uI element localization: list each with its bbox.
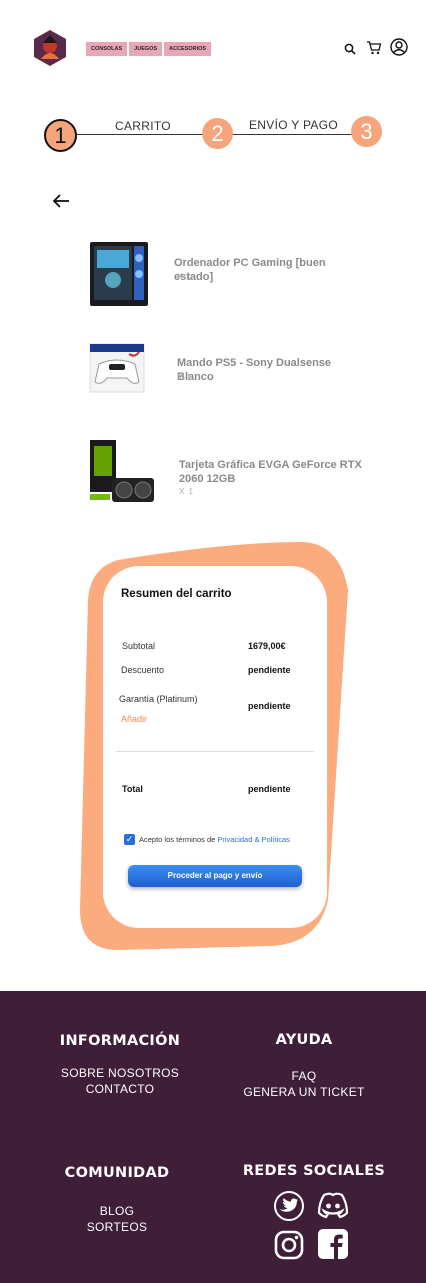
discount-label: Descuento bbox=[121, 665, 165, 675]
step-1-circle[interactable]: 1 bbox=[44, 119, 77, 152]
twitter-icon[interactable] bbox=[273, 1190, 305, 1222]
item-title: Ordenador PC Gaming [buen estado] bbox=[174, 257, 326, 283]
footer-link-faq[interactable]: FAQ bbox=[224, 1068, 384, 1084]
footer-link-ticket[interactable]: GENERA UN TICKET bbox=[224, 1084, 384, 1100]
nav-consolas[interactable]: CONSOLAS bbox=[86, 42, 128, 56]
search-icon[interactable] bbox=[344, 42, 356, 60]
add-warranty-link[interactable]: Añadir bbox=[121, 714, 147, 724]
product-image-gpu bbox=[88, 438, 156, 506]
facebook-icon[interactable] bbox=[317, 1228, 349, 1260]
terms-text: Acepto los términos de Privacidad & Polí… bbox=[139, 835, 290, 844]
step-connector bbox=[232, 134, 352, 135]
warranty-value: pendiente bbox=[248, 701, 291, 711]
step-3-circle[interactable]: 3 bbox=[351, 116, 382, 147]
discount-value: pendiente bbox=[248, 665, 291, 675]
discord-icon[interactable] bbox=[316, 1189, 350, 1221]
subtotal-label: Subtotal bbox=[122, 641, 156, 651]
summary-divider bbox=[116, 751, 314, 752]
subtotal-value: 1679,00€ bbox=[248, 641, 286, 651]
item-qty: X 1 bbox=[179, 487, 195, 496]
footer-link-about[interactable]: SOBRE NOSOTROS bbox=[40, 1065, 200, 1081]
footer-link-blog[interactable]: BLOG bbox=[37, 1203, 197, 1219]
user-icon[interactable] bbox=[390, 38, 408, 61]
step-2-label: ENVÍO Y PAGO bbox=[249, 118, 338, 132]
footer-link-giveaways[interactable]: SORTEOS bbox=[37, 1219, 197, 1235]
nav-juegos[interactable]: JUEGOS bbox=[129, 42, 163, 56]
footer-help-heading: AYUDA bbox=[275, 1032, 333, 1048]
terms-prefix: Acepto los términos de bbox=[139, 835, 218, 844]
step-2-circle[interactable]: 2 bbox=[202, 118, 233, 149]
footer-social-heading: REDES SOCIALES bbox=[242, 1163, 386, 1179]
back-arrow-icon[interactable] bbox=[52, 194, 70, 213]
terms-checkbox[interactable]: ✓ bbox=[124, 834, 135, 845]
total-value: pendiente bbox=[248, 784, 291, 794]
item-title: Mando PS5 - Sony Dualsense Blanco bbox=[177, 357, 332, 383]
footer-link-contact[interactable]: CONTACTO bbox=[40, 1081, 200, 1097]
warranty-label: Garantía (Platinum) bbox=[119, 694, 198, 704]
main-nav: CONSOLAS JUEGOS ACCESORIOS bbox=[86, 42, 212, 56]
item-qty: X 1 bbox=[177, 272, 193, 281]
footer-info-heading: INFORMACIÓN bbox=[59, 1033, 181, 1049]
instagram-icon[interactable] bbox=[273, 1229, 305, 1261]
item-qty: X 1 bbox=[177, 373, 193, 382]
item-title: Tarjeta Gráfica EVGA GeForce RTX 2060 12… bbox=[179, 459, 362, 485]
privacy-policy-link[interactable]: Privacidad & Políticas bbox=[217, 835, 290, 844]
nav-accesorios[interactable]: ACCESORIOS bbox=[164, 42, 212, 56]
summary-title: Resumen del carrito bbox=[121, 588, 232, 600]
logo[interactable] bbox=[31, 29, 69, 67]
proceed-to-payment-button[interactable]: Proceder al pago y envío bbox=[128, 865, 302, 887]
product-image-pc bbox=[86, 240, 152, 308]
footer-community-heading: COMUNIDAD bbox=[64, 1165, 170, 1181]
cart-icon[interactable] bbox=[366, 40, 382, 60]
product-image-dualsense bbox=[89, 342, 145, 394]
step-connector bbox=[76, 134, 204, 135]
total-label: Total bbox=[122, 784, 143, 794]
step-1-label: CARRITO bbox=[115, 119, 171, 133]
